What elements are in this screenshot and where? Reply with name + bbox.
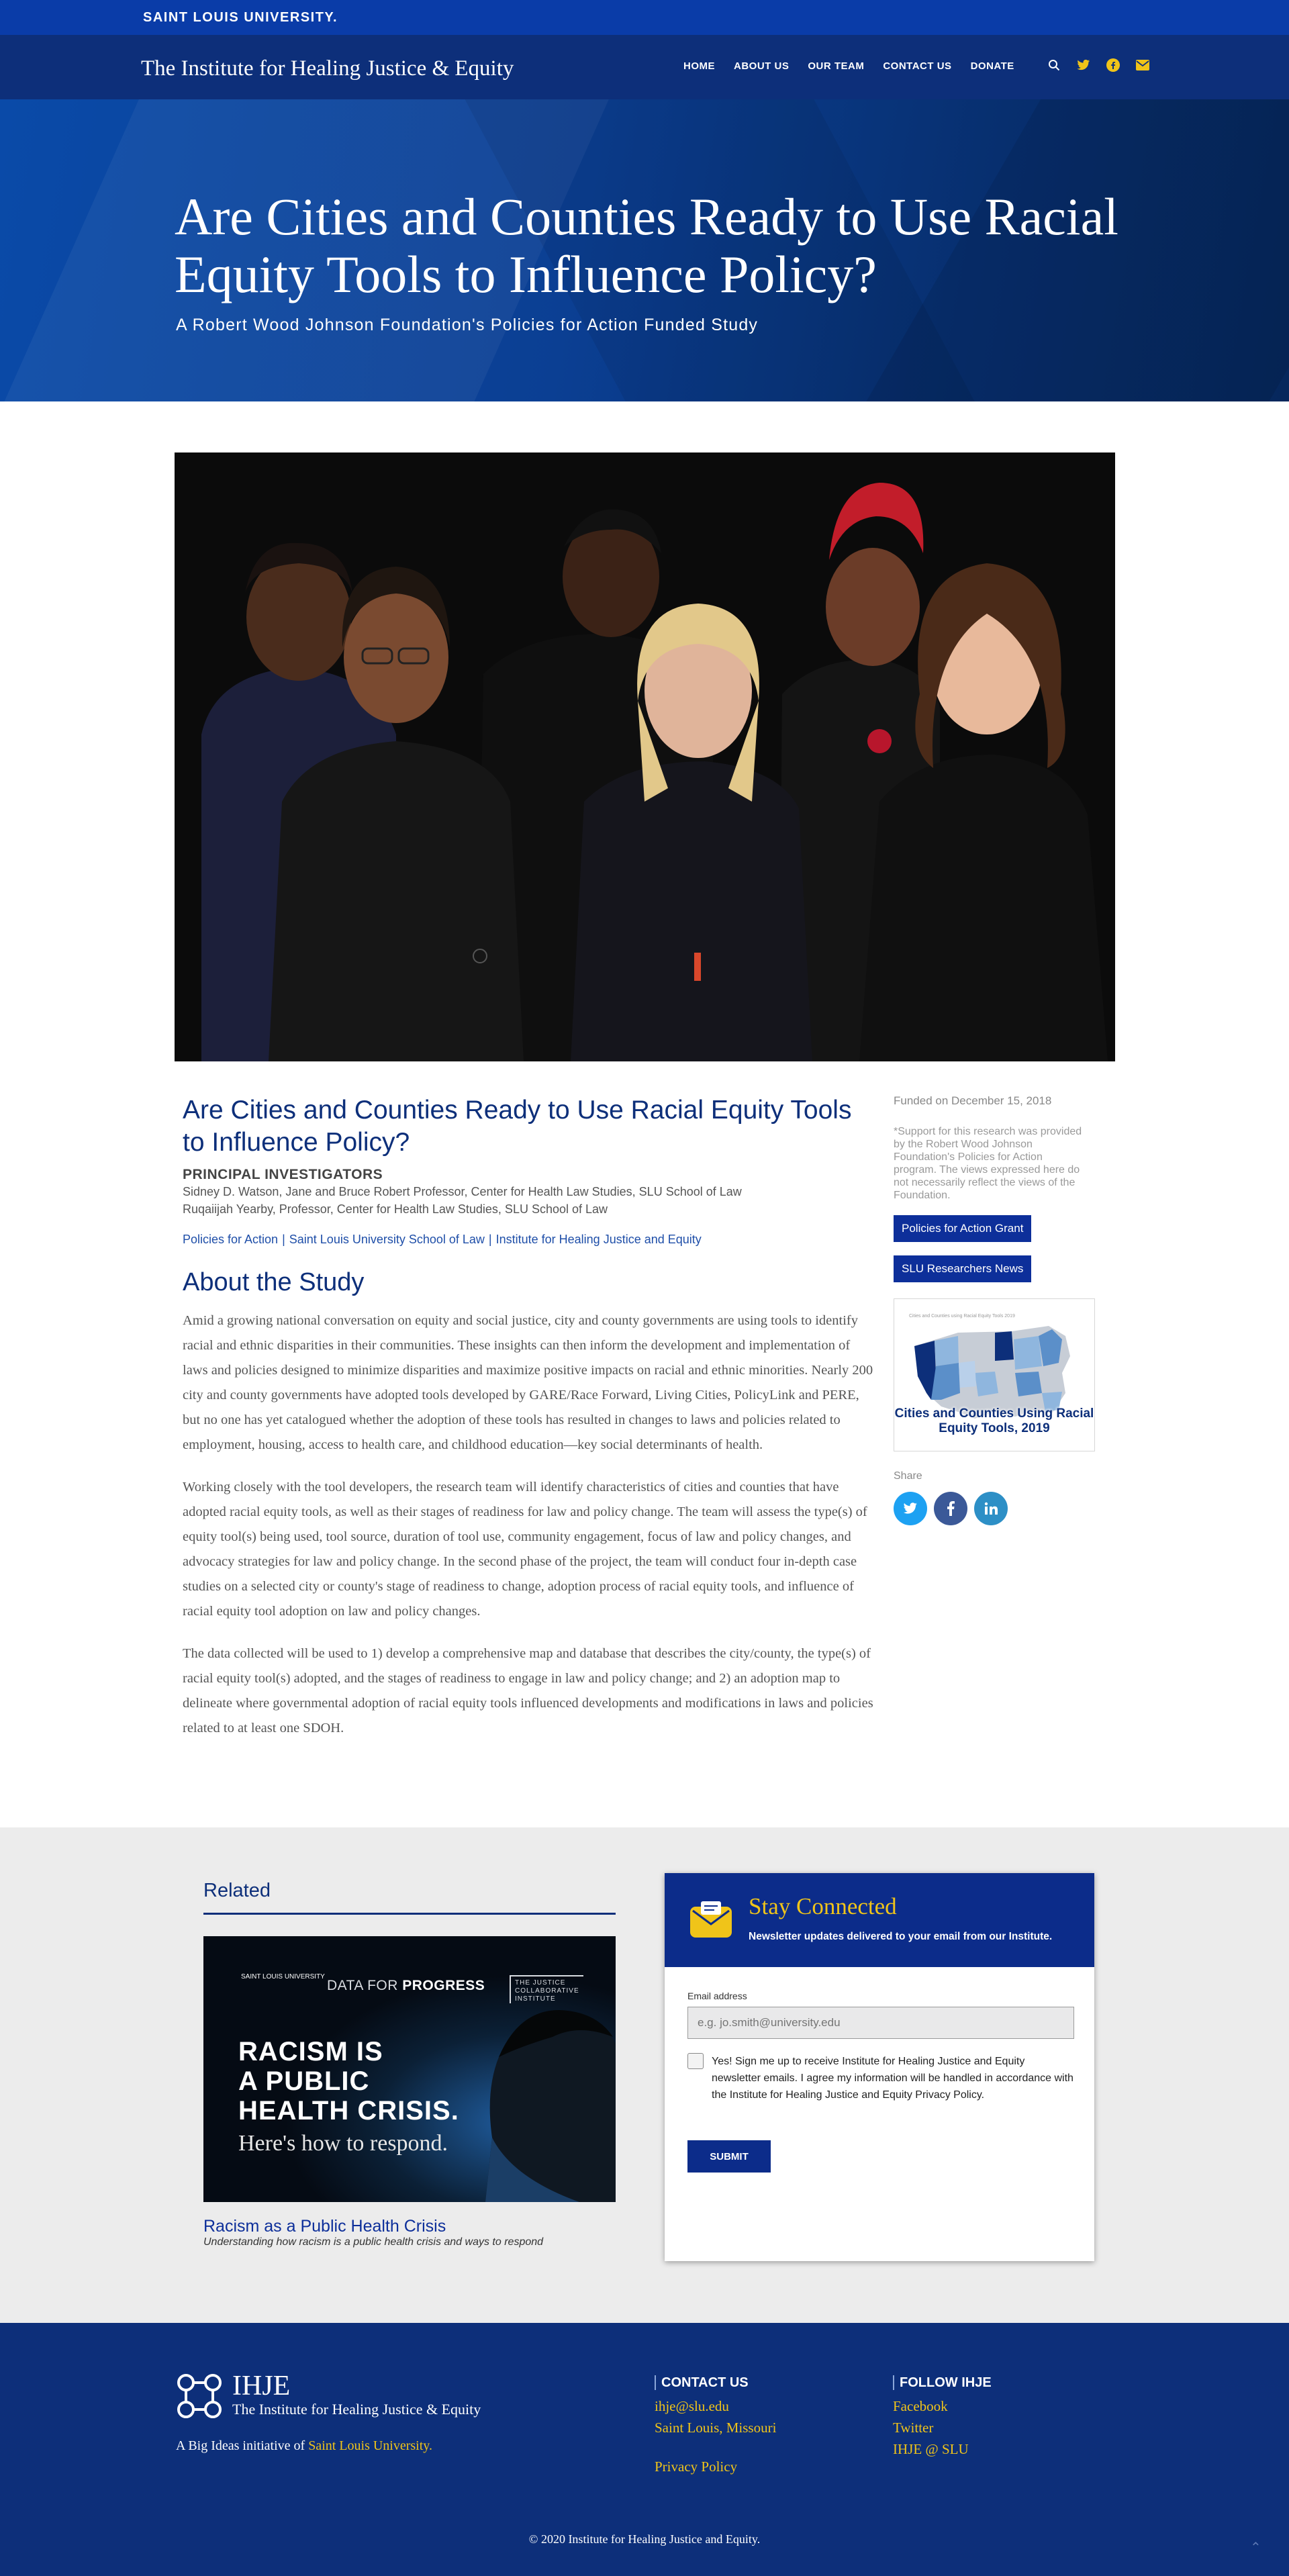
twitter-link[interactable]: Twitter (893, 2417, 992, 2438)
search-icon[interactable] (1045, 56, 1063, 74)
related-article-description: Understanding how racism is a public hea… (203, 2236, 544, 2248)
copyright: © 2020 Institute for Healing Justice and… (528, 2532, 761, 2546)
related-section: Related SAINT LOUIS UNIVERSITY DATA FOR … (203, 1880, 616, 2248)
related-image-slu-mark: SAINT LOUIS UNIVERSITY (241, 1973, 325, 1981)
sidebar: Funded on December 15, 2018 *Support for… (894, 1094, 1095, 1525)
facebook-icon[interactable] (1104, 56, 1122, 74)
share-buttons (894, 1492, 1095, 1525)
nav-about-us[interactable]: ABOUT US (734, 60, 789, 72)
map-card[interactable]: Cities and Counties using Racial Equity … (894, 1298, 1095, 1451)
footer-brand-full: The Institute for Healing Justice & Equi… (232, 2401, 481, 2418)
header-icons (1045, 56, 1151, 74)
site-header: The Institute for Healing Justice & Equi… (0, 35, 1289, 99)
follow-heading: FOLLOW IHJE (893, 2375, 992, 2390)
newsletter-subtitle: Newsletter updates delivered to your ema… (749, 1931, 1053, 1942)
nav-our-team[interactable]: OUR TEAM (808, 60, 864, 72)
hero-subtitle: A Robert Wood Johnson Foundation's Polic… (176, 316, 759, 334)
footer-contact-column: CONTACT US ihje@slu.edu Saint Louis, Mis… (655, 2375, 776, 2477)
nav-home[interactable]: HOME (683, 60, 715, 72)
ihje-at-slu-link[interactable]: IHJE @ SLU (893, 2438, 992, 2460)
policies-for-action-grant-button[interactable]: Policies for Action Grant (894, 1215, 1032, 1242)
tag-link-slu-school-of-law[interactable]: Saint Louis University School of Law (289, 1233, 485, 1246)
university-name: SAINT LOUIS UNIVERSITY. (143, 9, 338, 25)
related-article-image[interactable]: SAINT LOUIS UNIVERSITY DATA FOR PROGRESS… (203, 1936, 616, 2202)
email-label: Email address (687, 1991, 747, 2001)
email-input[interactable] (687, 2007, 1074, 2039)
article-paragraph: The data collected will be used to 1) de… (183, 1646, 873, 1735)
back-to-top-icon[interactable]: ⌃ (1250, 2539, 1261, 2556)
ihje-logo-icon (175, 2371, 224, 2424)
funded-date: Funded on December 15, 2018 (894, 1094, 1052, 1107)
related-article-title[interactable]: Racism as a Public Health Crisis (203, 2217, 616, 2236)
facebook-link[interactable]: Facebook (893, 2395, 992, 2417)
contact-heading: CONTACT US (655, 2375, 776, 2390)
nav-donate[interactable]: DONATE (971, 60, 1014, 72)
hero-banner: Are Cities and Counties Ready to Use Rac… (0, 99, 1289, 401)
footer-brand-short: IHJE (232, 2371, 291, 2401)
principal-investigators-heading: PRINCIPAL INVESTIGATORS (183, 1167, 383, 1182)
footer-brand: IHJE The Institute for Healing Justice &… (175, 2371, 481, 2424)
tag-separator: | (282, 1233, 285, 1246)
privacy-policy-link[interactable]: Privacy Policy (655, 2456, 776, 2477)
facebook-icon[interactable] (934, 1492, 967, 1525)
twitter-icon[interactable] (1075, 56, 1092, 74)
contact-location-link[interactable]: Saint Louis, Missouri (655, 2417, 776, 2438)
related-image-collab: THE JUSTICE COLLABORATIVE INSTITUTE (510, 1975, 583, 2003)
hero-title: Are Cities and Counties Ready to Use Rac… (175, 187, 1118, 303)
support-note: *Support for this research was provided … (894, 1126, 1082, 1201)
map-caption: Cities and Counties Using Racial Equity … (894, 1406, 1094, 1435)
site-title-link[interactable]: The Institute for Healing Justice & Equi… (141, 55, 514, 82)
article-paragraph: Amid a growing national conversation on … (183, 1313, 873, 1452)
article: Are Cities and Counties Ready to Use Rac… (183, 1094, 874, 1741)
related-section-background (0, 1827, 1289, 2323)
related-image-headline: RACISM IS A PUBLIC HEALTH CRISIS. (238, 2037, 459, 2126)
related-heading: Related (203, 1880, 616, 1915)
team-photo (175, 452, 1115, 1061)
tag-link-ihje[interactable]: Institute for Healing Justice and Equity (496, 1233, 702, 1246)
article-paragraph: Working closely with the tool developers… (183, 1480, 867, 1619)
main-nav: HOME ABOUT US OUR TEAM CONTACT US DONATE (683, 60, 1014, 72)
big-ideas-line: A Big Ideas initiative of Saint Louis Un… (176, 2438, 432, 2453)
related-image-data-for-progress: DATA FOR PROGRESS (327, 1978, 485, 1993)
submit-button[interactable]: SUBMIT (687, 2140, 771, 2173)
related-image-subline: Here's how to respond. (238, 2131, 448, 2156)
newsletter-title: Stay Connected (749, 1893, 897, 1919)
newsletter-header: Stay Connected Newsletter updates delive… (665, 1873, 1094, 1967)
consent-checkbox[interactable] (687, 2053, 704, 2069)
footer-follow-column: FOLLOW IHJE Facebook Twitter IHJE @ SLU (893, 2375, 992, 2460)
nav-contact-us[interactable]: CONTACT US (883, 60, 951, 72)
university-bar: SAINT LOUIS UNIVERSITY. (0, 0, 1289, 35)
linkedin-icon[interactable] (974, 1492, 1008, 1525)
tag-separator: | (488, 1233, 492, 1246)
tag-link-policies-for-action[interactable]: Policies for Action (183, 1233, 278, 1246)
slu-researchers-news-button[interactable]: SLU Researchers News (894, 1255, 1032, 1282)
email-icon[interactable] (1134, 56, 1151, 74)
newsletter-card: Stay Connected Newsletter updates delive… (665, 1873, 1094, 2261)
article-title: Are Cities and Counties Ready to Use Rac… (183, 1096, 852, 1157)
contact-email-link[interactable]: ihje@slu.edu (655, 2395, 776, 2417)
investigator-line: Sidney D. Watson, Jane and Bruce Robert … (183, 1185, 742, 1198)
university-logo-link[interactable]: SAINT LOUIS UNIVERSITY. (143, 7, 338, 28)
newsletter-envelope-icon (689, 1900, 733, 1939)
consent-text: Yes! Sign me up to receive Institute for… (712, 2056, 1073, 2101)
share-label: Share (894, 1470, 922, 1482)
saint-louis-university-link[interactable]: Saint Louis University. (308, 2438, 432, 2453)
article-tags: Policies for Action | Saint Louis Universi… (183, 1233, 874, 1247)
site-footer: IHJE The Institute for Healing Justice &… (0, 2323, 1289, 2576)
investigator-line: Ruqaiijah Yearby, Professor, Center for … (183, 1202, 608, 1216)
section-heading: About the Study (183, 1268, 365, 1296)
twitter-icon[interactable] (894, 1492, 927, 1525)
